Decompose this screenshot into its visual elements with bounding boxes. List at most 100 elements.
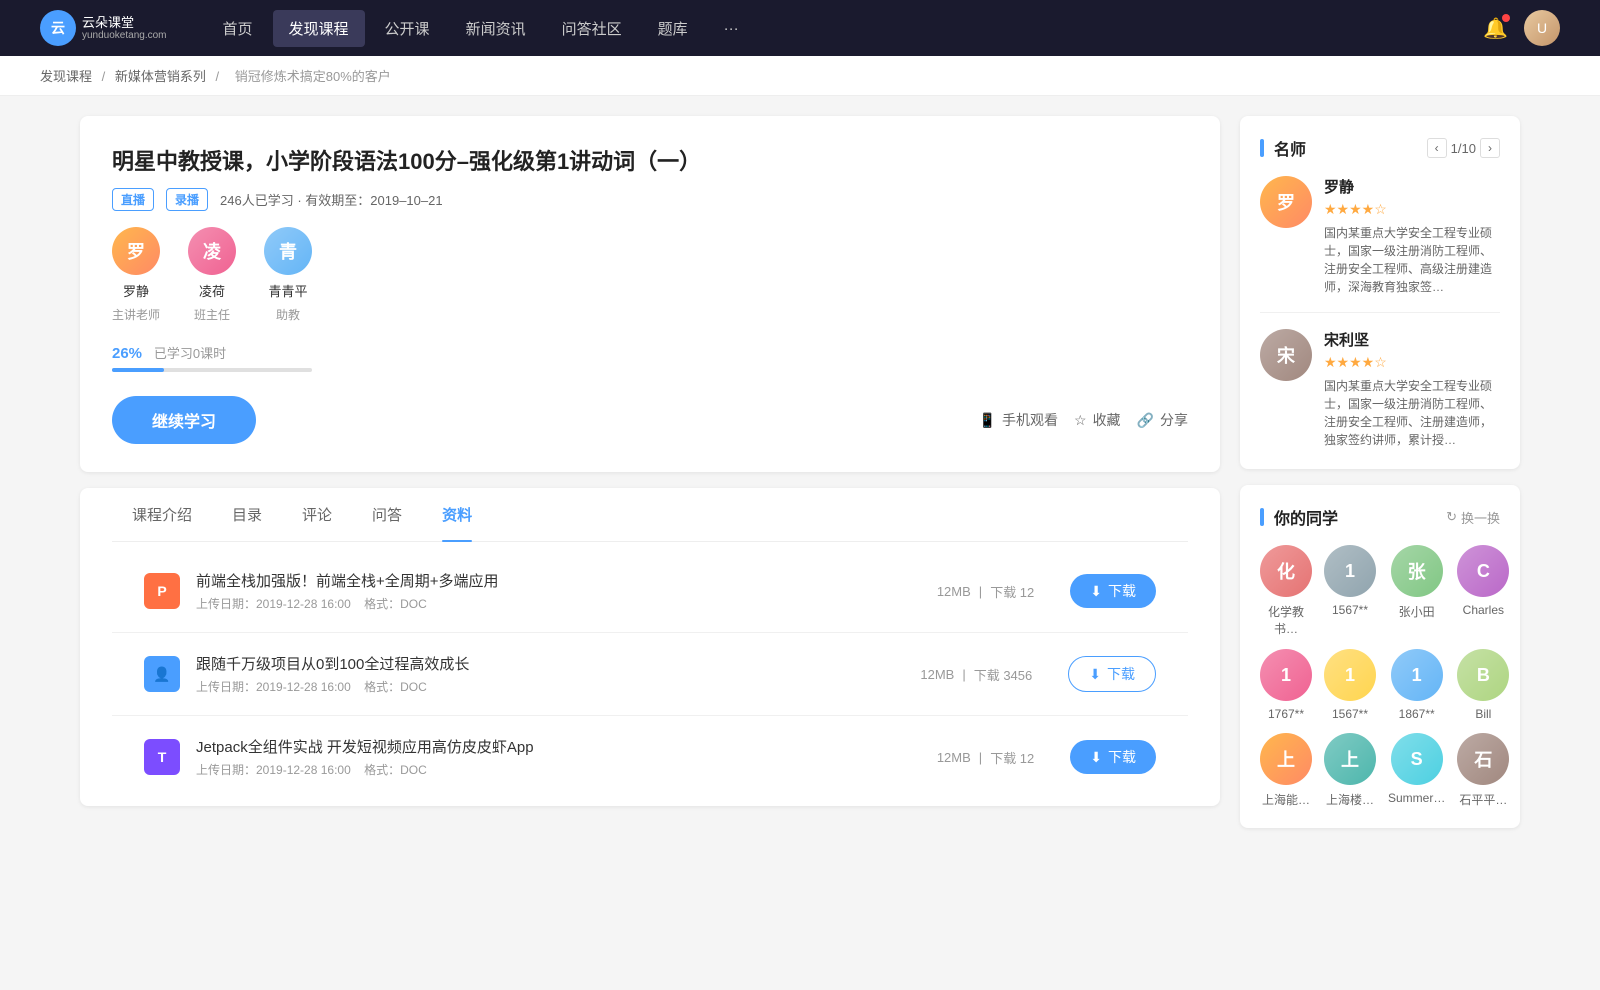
user-avatar-nav[interactable]: U: [1524, 10, 1560, 46]
file-stats-2: 12MB | 下载 3456: [920, 665, 1032, 684]
classmate-10-avatar: 上: [1324, 733, 1376, 785]
file-icon-3: T: [144, 739, 180, 775]
file-date-2: 上传日期：2019-12-28 16:00: [196, 680, 351, 694]
file-stats-3: 12MB | 下载 12: [937, 748, 1034, 767]
download-button-2[interactable]: ⬇ 下载: [1068, 656, 1156, 692]
teacher-1-name: 罗静: [123, 281, 149, 300]
classmate-12-avatar: 石: [1457, 733, 1509, 785]
teacher-card-title: 名师: [1274, 136, 1427, 160]
tab-catalog[interactable]: 目录: [212, 488, 282, 541]
sidebar-teacher-2-stars: ★★★★☆: [1324, 354, 1500, 371]
course-header-card: 明星中教授课，小学阶段语法100分–强化级第1讲动词（一） 直播 录播 246人…: [80, 116, 1220, 472]
navbar: 云 云朵课堂 yunduoketang.com 首页 发现课程 公开课 新闻资讯…: [0, 0, 1600, 56]
classmates-title: 你的同学: [1274, 505, 1446, 529]
course-info: 246人已学习 · 有效期至：2019–10–21: [220, 190, 443, 209]
continue-button[interactable]: 继续学习: [112, 396, 256, 444]
classmate-1[interactable]: 化 化学教书…: [1260, 545, 1312, 637]
classmate-7-name: 1867**: [1399, 707, 1435, 721]
file-format-3: 格式：DOC: [364, 763, 427, 777]
classmate-4-name: Charles: [1463, 603, 1504, 617]
card-title-bar: [1260, 139, 1264, 157]
classmate-8-avatar: B: [1457, 649, 1509, 701]
classmate-11[interactable]: S Summer…: [1388, 733, 1445, 808]
action-buttons: 📱 手机观看 ☆ 收藏 🔗 分享: [979, 410, 1188, 430]
mobile-view-button[interactable]: 📱 手机观看: [979, 410, 1058, 430]
tab-qa[interactable]: 问答: [352, 488, 422, 541]
download-icon-1: ⬇: [1090, 583, 1102, 600]
sidebar-teacher-2-desc: 国内某重点大学安全工程专业硕士，国家一级注册消防工程师、注册安全工程师、注册建造…: [1324, 377, 1500, 449]
progress-percent: 26%: [112, 345, 142, 362]
file-icon-1: P: [144, 573, 180, 609]
course-actions: 继续学习 📱 手机观看 ☆ 收藏 🔗 分享: [112, 396, 1188, 444]
classmate-4-avatar: C: [1457, 545, 1509, 597]
file-icon-2: 👤: [144, 656, 180, 692]
teacher-2: 凌 凌荷 班主任: [188, 227, 236, 323]
teacher-2-role: 班主任: [194, 306, 230, 323]
nav-more[interactable]: ···: [708, 12, 755, 45]
share-label: 分享: [1160, 410, 1188, 430]
classmate-8[interactable]: B Bill: [1457, 649, 1509, 721]
classmate-4[interactable]: C Charles: [1457, 545, 1509, 637]
nav-open[interactable]: 公开课: [369, 10, 446, 47]
classmate-9[interactable]: 上 上海能…: [1260, 733, 1312, 808]
nav-exercise[interactable]: 题库: [642, 10, 704, 47]
nav-qa[interactable]: 问答社区: [546, 10, 638, 47]
favorite-button[interactable]: ☆ 收藏: [1074, 410, 1121, 430]
classmate-3[interactable]: 张 张小田: [1388, 545, 1445, 637]
teacher-nav-next[interactable]: ›: [1480, 138, 1500, 158]
teacher-1-avatar: 罗: [112, 227, 160, 275]
file-item-2: 👤 跟随千万级项目从0到100全过程高效成长 上传日期：2019-12-28 1…: [112, 633, 1188, 716]
file-list: P 前端全栈加强版！前端全栈+全周期+多端应用 上传日期：2019-12-28 …: [112, 542, 1188, 806]
teacher-2-name: 凌荷: [199, 281, 225, 300]
tab-intro[interactable]: 课程介绍: [112, 488, 212, 541]
nav-news[interactable]: 新闻资讯: [450, 10, 542, 47]
nav-courses[interactable]: 发现课程: [273, 10, 365, 47]
logo-name: 云朵课堂: [82, 15, 167, 31]
refresh-button[interactable]: ↻ 换一换: [1446, 508, 1500, 527]
classmate-5[interactable]: 1 1767**: [1260, 649, 1312, 721]
nav-home[interactable]: 首页: [207, 10, 269, 47]
classmate-3-avatar: 张: [1391, 545, 1443, 597]
classmate-10[interactable]: 上 上海楼…: [1324, 733, 1376, 808]
tab-materials[interactable]: 资料: [422, 488, 492, 541]
breadcrumb-sep-1: /: [102, 69, 109, 84]
classmate-11-name: Summer…: [1388, 791, 1445, 805]
mobile-label: 手机观看: [1002, 410, 1058, 430]
teacher-3-avatar: 青: [264, 227, 312, 275]
sidebar-teacher-1-avatar: 罗: [1260, 176, 1312, 228]
course-title: 明星中教授课，小学阶段语法100分–强化级第1讲动词（一）: [112, 144, 1188, 176]
download-button-1[interactable]: ⬇ 下载: [1070, 574, 1156, 608]
classmate-5-avatar: 1: [1260, 649, 1312, 701]
classmate-2-avatar: 1: [1324, 545, 1376, 597]
file-info-2: 跟随千万级项目从0到100全过程高效成长 上传日期：2019-12-28 16:…: [196, 653, 904, 695]
logo[interactable]: 云 云朵课堂 yunduoketang.com: [40, 10, 167, 46]
share-button[interactable]: 🔗 分享: [1137, 410, 1188, 430]
classmate-6-name: 1567**: [1332, 707, 1368, 721]
teacher-nav-prev[interactable]: ‹: [1427, 138, 1447, 158]
favorite-label: 收藏: [1093, 410, 1121, 430]
refresh-icon: ↻: [1446, 509, 1457, 525]
breadcrumb-link-1[interactable]: 发现课程: [40, 69, 92, 84]
file-name-3: Jetpack全组件实战 开发短视频应用高仿皮皮虾App: [196, 736, 921, 757]
classmate-7[interactable]: 1 1867**: [1388, 649, 1445, 721]
classmates-card: 你的同学 ↻ 换一换 化 化学教书… 1 1567** 张 张小田: [1240, 485, 1520, 828]
file-item-1: P 前端全栈加强版！前端全栈+全周期+多端应用 上传日期：2019-12-28 …: [112, 550, 1188, 633]
download-button-3[interactable]: ⬇ 下载: [1070, 740, 1156, 774]
classmate-2[interactable]: 1 1567**: [1324, 545, 1376, 637]
file-meta-3: 上传日期：2019-12-28 16:00 格式：DOC: [196, 761, 921, 778]
file-info-1: 前端全栈加强版！前端全栈+全周期+多端应用 上传日期：2019-12-28 16…: [196, 570, 921, 612]
bell-icon[interactable]: 🔔: [1483, 16, 1508, 41]
file-size-1: 12MB: [937, 584, 971, 599]
teacher-card-header: 名师 ‹ 1/10 ›: [1260, 136, 1500, 160]
sidebar-teacher-1: 罗 罗静 ★★★★☆ 国内某重点大学安全工程专业硕士，国家一级注册消防工程师、注…: [1260, 176, 1500, 313]
sidebar-teacher-1-desc: 国内某重点大学安全工程专业硕士，国家一级注册消防工程师、注册安全工程师、高级注册…: [1324, 224, 1500, 296]
classmate-6[interactable]: 1 1567**: [1324, 649, 1376, 721]
progress-sub: 已学习0课时: [154, 346, 226, 361]
right-panel: 名师 ‹ 1/10 › 罗 罗静 ★★★★☆ 国内某重点大学安全工程专业硕士，: [1240, 116, 1520, 828]
classmate-9-avatar: 上: [1260, 733, 1312, 785]
badge-recorded: 录播: [166, 188, 208, 211]
classmate-12[interactable]: 石 石平平…: [1457, 733, 1509, 808]
breadcrumb-link-2[interactable]: 新媒体营销系列: [115, 69, 206, 84]
progress-section: 26% 已学习0课时: [112, 343, 1188, 372]
tab-review[interactable]: 评论: [282, 488, 352, 541]
